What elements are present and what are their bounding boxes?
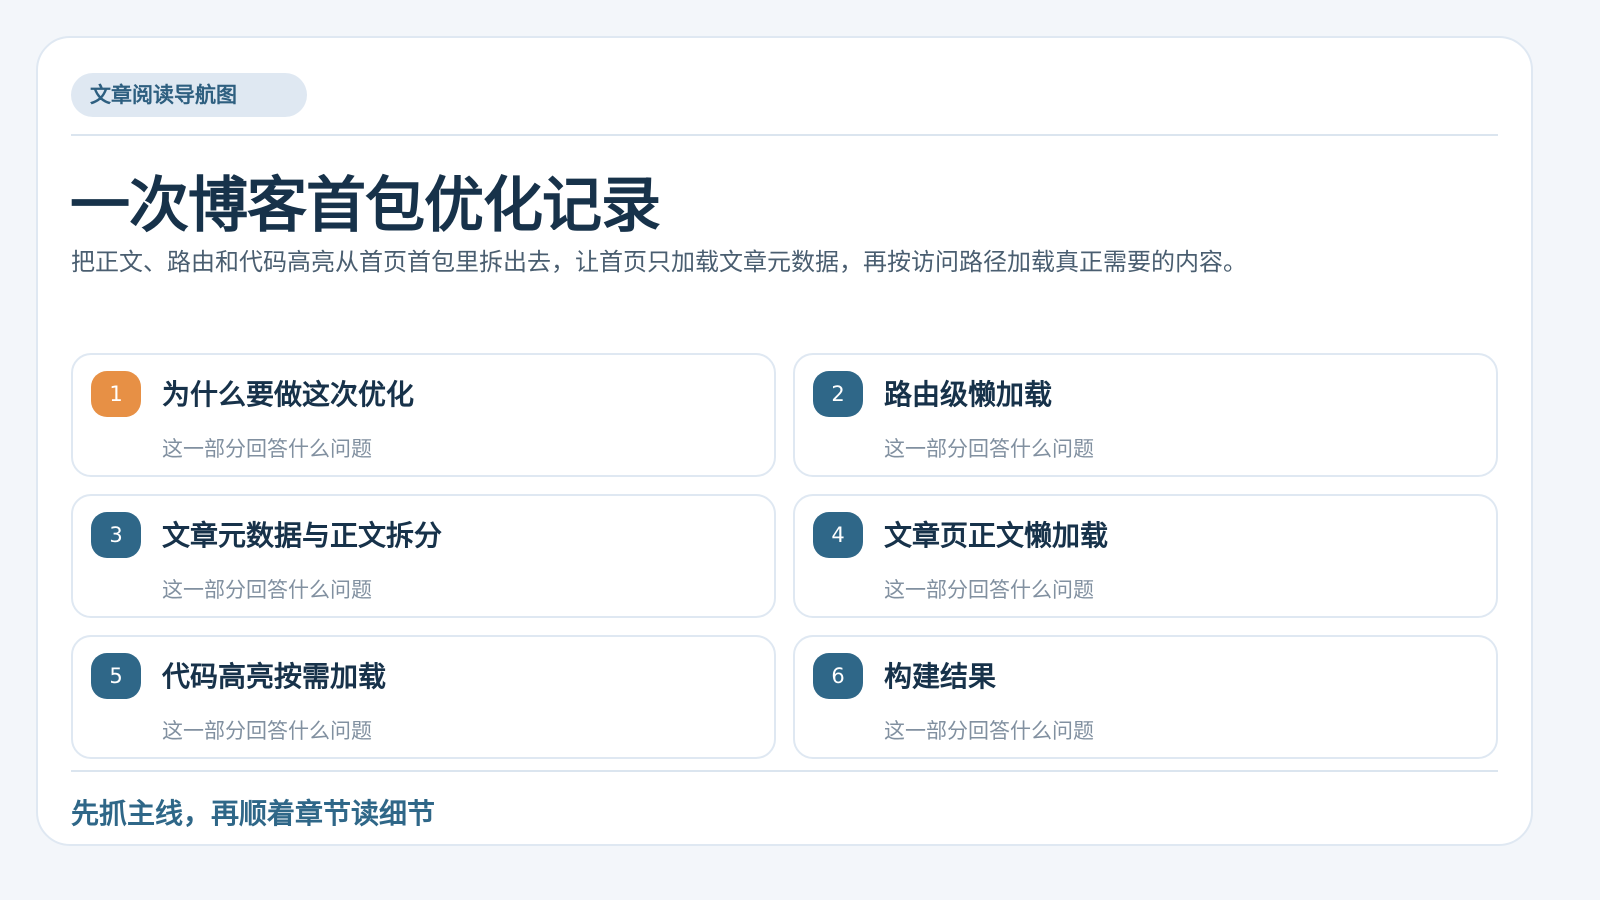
section-subtitle: 这一部分回答什么问题	[162, 578, 372, 602]
section-title: 文章元数据与正文拆分	[162, 519, 443, 552]
reading-guidance-note: 先抓主线，再顺着章节读细节	[71, 797, 436, 830]
section-card-5[interactable]: 5 代码高亮按需加载 这一部分回答什么问题	[71, 635, 776, 759]
section-card-1[interactable]: 1 为什么要做这次优化 这一部分回答什么问题	[71, 353, 776, 477]
article-summary: 把正文、路由和代码高亮从首页首包里拆出去，让首页只加载文章元数据，再按访问路径加…	[71, 248, 1247, 276]
section-card-2[interactable]: 2 路由级懒加载 这一部分回答什么问题	[793, 353, 1498, 477]
section-card-3[interactable]: 3 文章元数据与正文拆分 这一部分回答什么问题	[71, 494, 776, 618]
section-card-grid: 1 为什么要做这次优化 这一部分回答什么问题 2 路由级懒加载 这一部分回答什么…	[71, 353, 1498, 759]
section-card-6[interactable]: 6 构建结果 这一部分回答什么问题	[793, 635, 1498, 759]
section-title: 文章页正文懒加载	[884, 519, 1109, 552]
section-number-badge: 4	[813, 512, 863, 558]
bottom-divider	[71, 770, 1498, 772]
section-number-badge: 3	[91, 512, 141, 558]
section-subtitle: 这一部分回答什么问题	[162, 719, 372, 743]
top-divider	[71, 134, 1498, 136]
section-title: 构建结果	[884, 660, 997, 693]
section-title: 代码高亮按需加载	[162, 660, 387, 693]
section-number-badge: 1	[91, 371, 141, 417]
article-navigation-label: 文章阅读导航图	[71, 73, 307, 117]
page-title: 一次博客首包优化记录	[70, 171, 661, 241]
section-number-badge: 2	[813, 371, 863, 417]
section-subtitle: 这一部分回答什么问题	[884, 719, 1094, 743]
section-number-badge: 5	[91, 653, 141, 699]
section-title: 为什么要做这次优化	[162, 378, 415, 411]
section-number-badge: 6	[813, 653, 863, 699]
section-subtitle: 这一部分回答什么问题	[884, 437, 1094, 461]
section-subtitle: 这一部分回答什么问题	[162, 437, 372, 461]
section-card-4[interactable]: 4 文章页正文懒加载 这一部分回答什么问题	[793, 494, 1498, 618]
section-subtitle: 这一部分回答什么问题	[884, 578, 1094, 602]
section-title: 路由级懒加载	[884, 378, 1053, 411]
